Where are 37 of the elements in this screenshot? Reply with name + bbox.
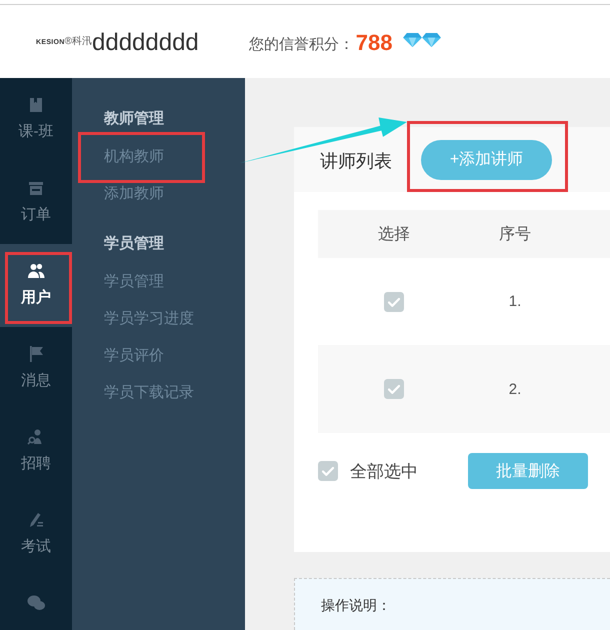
flag-icon [27,345,45,363]
nav-item[interactable]: 订单 [0,161,72,244]
submenu-heading: 学员管理 [104,234,164,254]
submenu-link[interactable]: 学员下载记录 [104,382,194,402]
credit-label: 您的信誉积分： [248,35,354,54]
chat-bubbles-icon [27,594,45,612]
add-teacher-button[interactable]: +添加讲师 [421,140,552,180]
column-header: 序号 [498,224,532,244]
instructions-title: 操作说明： [321,597,391,613]
submenu-link[interactable]: 机构教师 [104,146,164,166]
archive-box-icon [27,179,45,197]
nav-item[interactable]: 用户 [0,244,72,327]
column-header: 选择 [377,224,411,244]
book-icon [27,96,45,114]
submenu-link[interactable]: 学员学习进度 [104,308,194,328]
submenu-link[interactable]: 学员管理 [104,272,164,292]
row-number: 1. [508,293,522,310]
row-number: 2. [508,380,522,398]
submenu-link[interactable]: 添加教师 [104,184,164,204]
panel-title: 讲师列表 [320,150,392,173]
diamond-icon [402,32,422,47]
credit-score: 788 [356,30,392,56]
batch-delete-button[interactable]: 批量删除 [468,453,588,489]
submenu-heading: 教师管理 [104,108,164,128]
submenu-link[interactable]: 学员评价 [104,346,164,366]
nav-item[interactable]: 招聘 [0,410,72,493]
checkbox[interactable] [318,461,338,481]
checkbox[interactable] [384,292,404,312]
checkbox[interactable] [384,379,404,399]
select-all-label: 全部选中 [350,460,418,482]
diamond-icon [422,32,440,47]
users-icon [27,262,45,280]
pencil-icon [27,511,45,529]
username: dddddddd [92,28,199,56]
nav-item[interactable]: 课-班 [0,78,72,161]
nav-item[interactable]: 消息 [0,327,72,410]
nav-item[interactable]: 考试 [0,493,72,576]
